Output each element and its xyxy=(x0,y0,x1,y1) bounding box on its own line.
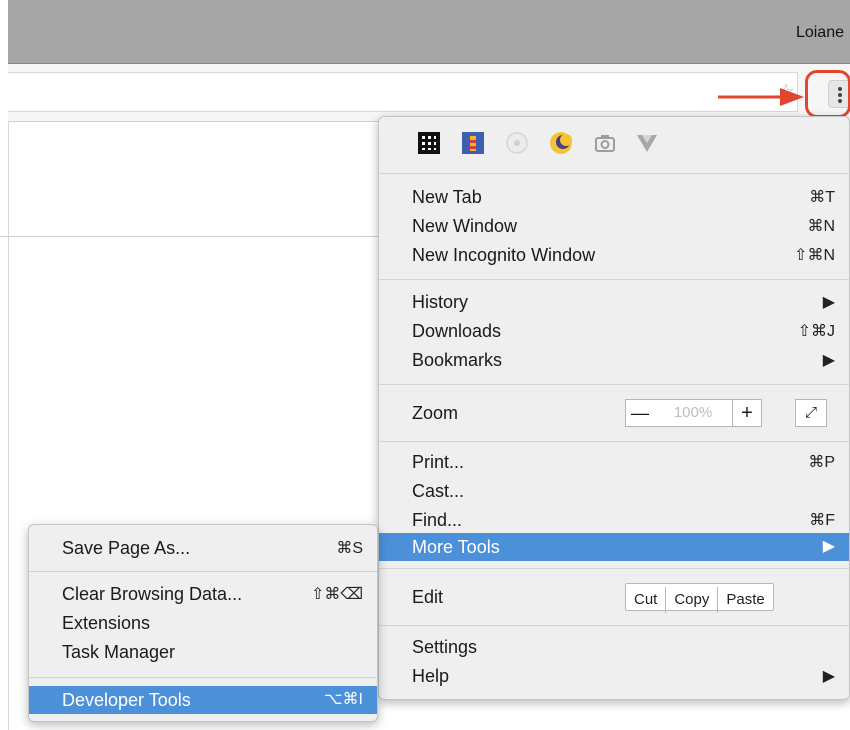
menu-item-edit: Edit Cut Copy Paste xyxy=(379,583,849,613)
menu-item-label: Cast... xyxy=(412,481,465,501)
menu-separator xyxy=(379,279,849,280)
menu-item-label: New Incognito Window xyxy=(412,245,596,265)
annotation-arrow-icon xyxy=(718,88,804,106)
menu-item-find[interactable]: Find... ⌘F xyxy=(379,506,849,535)
fullscreen-icon[interactable]: ⤢ xyxy=(795,399,827,427)
profile-name[interactable]: Loiane xyxy=(796,24,844,42)
submenu-arrow-icon: ▶ xyxy=(822,294,835,311)
menu-item-label: Find... xyxy=(412,510,463,530)
menu-item-label: New Tab xyxy=(412,187,482,207)
menu-item-label: History xyxy=(412,292,469,312)
menu-separator xyxy=(29,571,377,572)
menu-item-label: Task Manager xyxy=(62,642,176,662)
submenu-arrow-icon: ▶ xyxy=(822,538,835,555)
menu-item-save-page-as[interactable]: Save Page As... ⌘S xyxy=(29,534,377,563)
menu-item-shortcut: ⌥⌘I xyxy=(324,691,363,708)
menu-item-task-manager[interactable]: Task Manager xyxy=(29,638,377,667)
submenu-arrow-icon: ▶ xyxy=(822,352,835,369)
page-edge xyxy=(8,122,9,730)
menu-item-label: Downloads xyxy=(412,321,502,341)
menu-item-label: Edit xyxy=(412,587,444,607)
title-bar: Loiane xyxy=(8,0,850,64)
menu-separator xyxy=(29,677,377,678)
menu-item-label: Settings xyxy=(412,637,478,657)
menu-item-cast[interactable]: Cast... xyxy=(379,477,849,506)
paste-button[interactable]: Paste xyxy=(718,587,772,613)
menu-item-label: New Window xyxy=(412,216,518,236)
menu-item-shortcut: ⌘S xyxy=(336,540,363,557)
annotation-circle xyxy=(805,70,850,118)
menu-item-shortcut: ⇧⌘J xyxy=(797,323,835,340)
menu-item-history[interactable]: History ▶ xyxy=(379,288,849,317)
copy-button[interactable]: Copy xyxy=(666,587,719,613)
menu-separator xyxy=(379,625,849,626)
menu-item-more-tools[interactable]: More Tools ▶ xyxy=(379,533,849,561)
menu-item-label: Developer Tools xyxy=(62,690,191,710)
menu-item-label: Help xyxy=(412,666,450,686)
menu-item-shortcut: ⌘T xyxy=(809,189,835,206)
menu-separator xyxy=(379,441,849,442)
more-tools-submenu: Save Page As... ⌘S Clear Browsing Data..… xyxy=(28,524,378,722)
menu-item-shortcut: ⇧⌘N xyxy=(794,247,835,264)
vue-devtools-icon[interactable] xyxy=(635,131,659,155)
address-bar[interactable] xyxy=(8,72,798,112)
menu-separator xyxy=(379,173,849,174)
menu-item-downloads[interactable]: Downloads ⇧⌘J xyxy=(379,317,849,346)
menu-item-help[interactable]: Help ▶ xyxy=(379,662,849,691)
camera-icon[interactable] xyxy=(593,131,617,155)
content-divider xyxy=(0,236,380,237)
zoom-in-button[interactable]: + xyxy=(732,399,762,427)
submenu-arrow-icon: ▶ xyxy=(822,668,835,685)
menu-item-label: More Tools xyxy=(412,537,500,557)
menu-item-shortcut: ⇧⌘⌫ xyxy=(310,586,363,603)
edit-button-group: Cut Copy Paste xyxy=(625,583,774,613)
chrome-main-menu: New Tab ⌘T New Window ⌘N New Incognito W… xyxy=(378,116,850,700)
menu-separator xyxy=(379,568,849,569)
menu-item-new-tab[interactable]: New Tab ⌘T xyxy=(379,183,849,212)
zoom-level: 100% xyxy=(654,399,732,427)
menu-item-label: Save Page As... xyxy=(62,538,191,558)
menu-item-label: Extensions xyxy=(62,613,151,633)
menu-separator xyxy=(379,384,849,385)
lighthouse-icon[interactable] xyxy=(461,131,485,155)
menu-item-zoom: Zoom — 100% + ⤢ xyxy=(379,397,849,429)
menu-item-label: Print... xyxy=(412,452,465,472)
menu-item-new-window[interactable]: New Window ⌘N xyxy=(379,212,849,241)
menu-item-new-incognito-window[interactable]: New Incognito Window ⇧⌘N xyxy=(379,241,849,270)
zoom-out-button[interactable]: — xyxy=(625,399,655,427)
menu-item-developer-tools[interactable]: Developer Tools ⌥⌘I xyxy=(29,686,377,714)
circle-extension-icon[interactable] xyxy=(505,131,529,155)
menu-item-label: Clear Browsing Data... xyxy=(62,584,243,604)
menu-item-extensions[interactable]: Extensions xyxy=(29,609,377,638)
menu-item-clear-browsing-data[interactable]: Clear Browsing Data... ⇧⌘⌫ xyxy=(29,580,377,609)
menu-item-shortcut: ⌘N xyxy=(807,218,835,235)
menu-item-bookmarks[interactable]: Bookmarks ▶ xyxy=(379,346,849,375)
menu-item-shortcut: ⌘P xyxy=(808,454,835,471)
menu-item-shortcut: ⌘F xyxy=(809,512,835,529)
cut-button[interactable]: Cut xyxy=(626,587,667,613)
menu-item-label: Bookmarks xyxy=(412,350,503,370)
menu-item-label: Zoom xyxy=(412,403,459,423)
menu-item-settings[interactable]: Settings xyxy=(379,633,849,662)
menu-item-print[interactable]: Print... ⌘P xyxy=(379,448,849,477)
qr-grid-icon[interactable] xyxy=(417,131,441,155)
night-mode-icon[interactable] xyxy=(549,131,573,155)
